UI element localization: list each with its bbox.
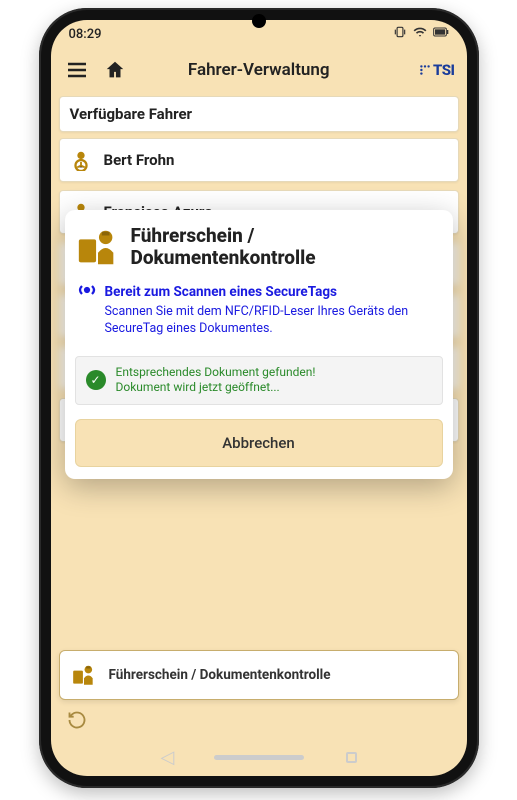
android-nav-bar: ◁ [51, 744, 467, 770]
driver-row[interactable]: Bert Frohn [59, 138, 459, 182]
app-header: Fahrer-Verwaltung TSI [51, 48, 467, 92]
checkmark-icon: ✓ [86, 370, 106, 390]
wifi-icon [413, 25, 427, 43]
vibrate-icon [393, 25, 407, 43]
nav-home-pill[interactable] [214, 755, 304, 760]
license-check-icon [75, 224, 121, 270]
nfc-wave-icon [77, 282, 97, 302]
section-header: Verfügbare Fahrer [59, 96, 459, 132]
status-time: 08:29 [69, 27, 102, 42]
content-area: Verfügbare Fahrer Bert Frohn Francisco A… [51, 92, 467, 776]
document-control-label: Führerschein / Dokumentenkontrolle [109, 667, 331, 683]
page-title: Fahrer-Verwaltung [109, 60, 409, 80]
success-line2: Dokument wird jetzt geöffnet... [116, 380, 316, 396]
status-icons [393, 25, 449, 43]
document-control-button[interactable]: Führerschein / Dokumentenkontrolle [59, 650, 459, 700]
scan-instruction: Scannen Sie mit dem NFC/RFID-Leser Ihres… [105, 304, 441, 338]
document-check-dialog: Führerschein / Dokumentenkontrolle Berei… [65, 210, 453, 479]
nav-recents-icon[interactable] [346, 752, 357, 763]
success-line1: Entsprechendes Dokument gefunden! [116, 365, 316, 381]
battery-icon [433, 26, 449, 42]
driver-icon [70, 149, 92, 171]
refresh-bar [59, 702, 459, 738]
screen: 08:29 Fahrer-Verwaltung [51, 20, 467, 776]
camera-notch [252, 14, 266, 28]
driver-name: Bert Frohn [104, 151, 175, 169]
success-message: ✓ Entsprechendes Dokument gefunden! Doku… [75, 356, 443, 405]
dialog-title-line2: Dokumentenkontrolle [131, 247, 316, 269]
brand-logo: TSI [419, 61, 455, 79]
cancel-button[interactable]: Abbrechen [75, 419, 443, 467]
refresh-button[interactable] [65, 708, 89, 732]
dialog-title-line1: Führerschein / [131, 225, 316, 247]
phone-frame: 08:29 Fahrer-Verwaltung [39, 8, 479, 788]
menu-button[interactable] [63, 56, 91, 84]
nav-back-icon[interactable]: ◁ [161, 747, 175, 768]
scan-ready-title: Bereit zum Scannen eines SecureTags [105, 284, 337, 300]
license-check-icon [71, 662, 97, 688]
